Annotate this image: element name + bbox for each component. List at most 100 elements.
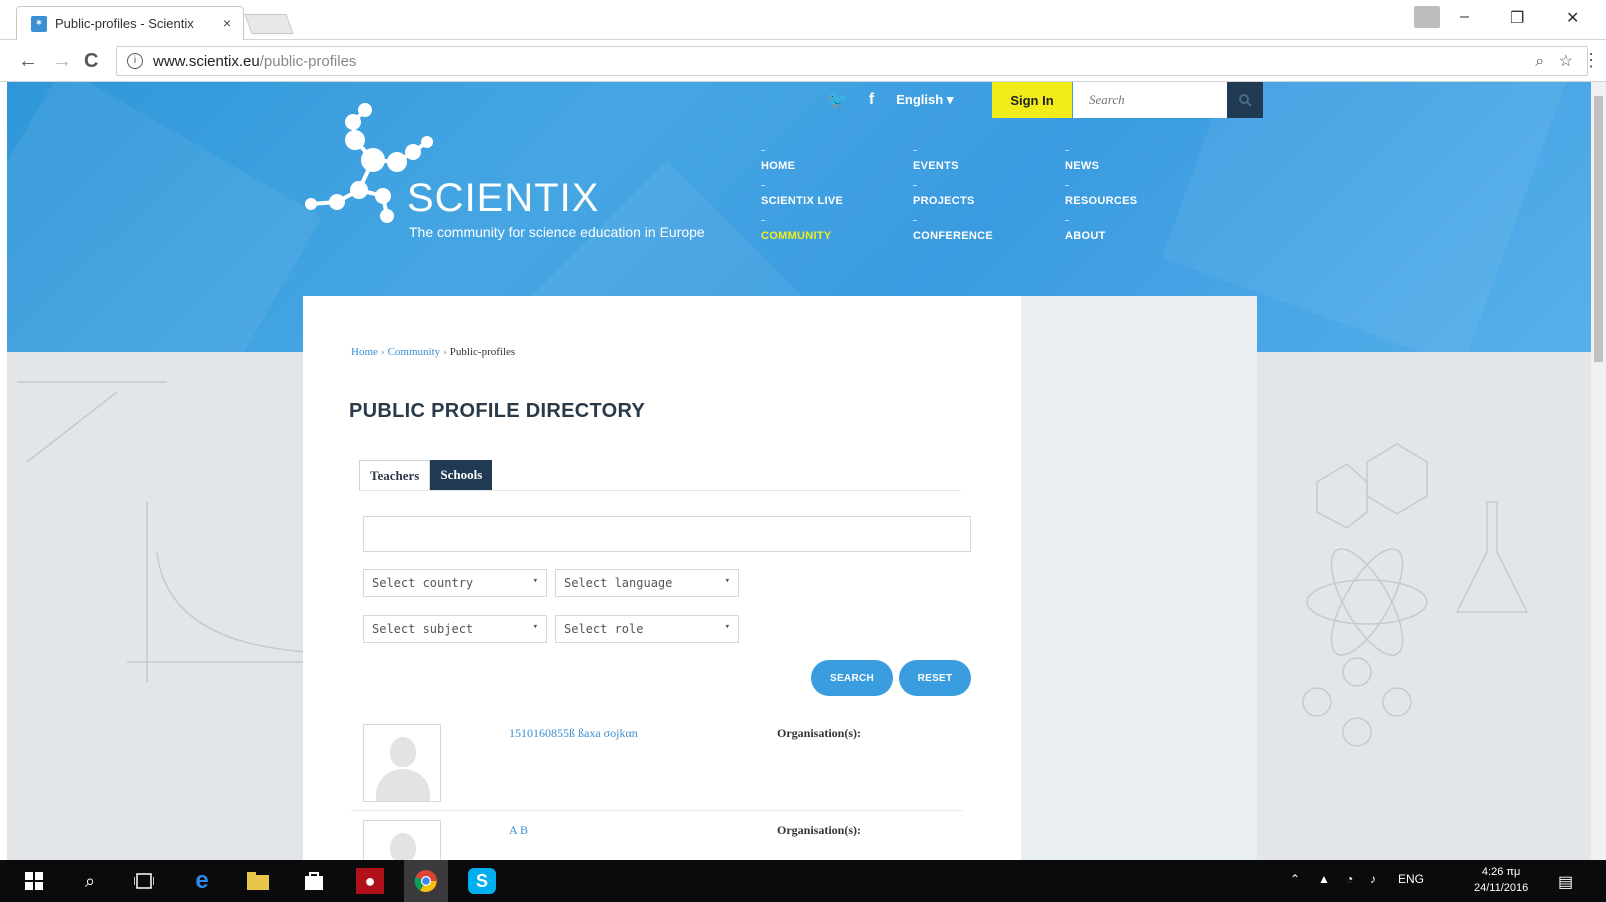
profile-name-link[interactable]: A B xyxy=(509,823,528,838)
network-icon[interactable]: ▲ xyxy=(1318,872,1330,886)
clock-time: 4:26 πμ xyxy=(1481,866,1521,878)
country-select-label: Select country xyxy=(372,576,474,590)
nav-events[interactable]: EVENTS xyxy=(913,150,959,172)
row-divider xyxy=(351,810,963,811)
wifi-icon[interactable]: ◔ xyxy=(1346,872,1353,886)
sign-in-button[interactable]: Sign In xyxy=(992,82,1072,118)
site-tagline: The community for science education in E… xyxy=(409,224,705,240)
nav-scientix-live[interactable]: SCIENTIX LIVE xyxy=(761,185,843,207)
avatar[interactable] xyxy=(363,820,441,860)
input-language[interactable]: ENG xyxy=(1398,872,1424,886)
tab-title: Public-profiles - Scientix xyxy=(55,16,194,31)
dropdown-arrow-icon: ▾ xyxy=(724,622,730,632)
breadcrumb-separator: › xyxy=(380,346,385,358)
site-logo-text[interactable]: SCIENTIX xyxy=(407,176,599,221)
right-sidebar xyxy=(1021,296,1257,860)
language-selector[interactable]: English ▾ xyxy=(896,92,953,108)
new-tab-button[interactable] xyxy=(244,14,294,34)
windows-taskbar: ⌕ e ● S ⌃ ▲ ◔ ♪ ENG 4:26 πμ 24/11/2016 ▤ xyxy=(0,860,1606,902)
nav-conference[interactable]: CONFERENCE xyxy=(913,220,993,242)
organisation-label: Organisation(s): xyxy=(777,823,861,837)
red-app-icon[interactable]: ● xyxy=(356,868,384,894)
url-path: /public-profiles xyxy=(259,52,357,70)
file-explorer-icon[interactable] xyxy=(244,868,272,894)
breadcrumb-separator: › xyxy=(443,346,447,358)
chemistry-background-right xyxy=(1257,352,1591,860)
forward-arrow-icon[interactable]: → xyxy=(52,50,72,73)
reset-button[interactable]: RESET xyxy=(899,660,971,696)
twitter-icon[interactable]: 🐦 xyxy=(827,90,847,110)
site-search-button[interactable] xyxy=(1227,82,1263,118)
dropdown-arrow-icon: ▾ xyxy=(532,622,538,632)
tab-close-icon[interactable]: × xyxy=(223,15,231,31)
organisation-label: Organisation(s): xyxy=(777,726,861,740)
nav-community[interactable]: COMMUNITY xyxy=(761,220,832,242)
country-select[interactable]: Select country ▾ xyxy=(363,569,547,597)
facebook-icon[interactable]: f xyxy=(869,91,874,109)
chrome-icon[interactable] xyxy=(404,860,448,902)
chevron-down-icon: ▾ xyxy=(946,92,954,107)
skype-icon[interactable]: S xyxy=(468,868,496,894)
user-profile-icon[interactable] xyxy=(1414,6,1440,28)
tab-teachers[interactable]: Teachers xyxy=(359,460,431,490)
nav-projects[interactable]: PROJECTS xyxy=(913,185,975,207)
subject-select-label: Select subject xyxy=(372,622,474,636)
scrollbar-thumb[interactable] xyxy=(1594,96,1603,362)
bookmark-star-icon[interactable]: ☆ xyxy=(1559,53,1573,70)
header-utility-bar: 🐦 f English ▾ xyxy=(827,82,967,118)
tab-schools[interactable]: Schools xyxy=(430,460,493,490)
task-view-icon[interactable] xyxy=(130,868,158,894)
back-arrow-icon[interactable]: ← xyxy=(18,50,38,73)
nav-resources[interactable]: RESOURCES xyxy=(1065,185,1137,207)
avatar[interactable] xyxy=(363,724,441,802)
volume-icon[interactable]: ♪ xyxy=(1370,872,1376,886)
nav-about[interactable]: ABOUT xyxy=(1065,220,1106,242)
dropdown-arrow-icon: ▾ xyxy=(724,576,730,586)
nav-news[interactable]: NEWS xyxy=(1065,150,1099,172)
system-clock[interactable]: 4:26 πμ 24/11/2016 xyxy=(1474,864,1528,896)
clock-date: 24/11/2016 xyxy=(1474,882,1529,894)
language-select[interactable]: Select language ▾ xyxy=(555,569,739,597)
search-button[interactable]: SEARCH xyxy=(811,660,893,696)
site-info-icon[interactable]: i xyxy=(127,53,143,69)
page-scrollbar[interactable] xyxy=(1591,82,1606,860)
page-viewport: SCIENTIX The community for science educa… xyxy=(7,82,1591,860)
reload-icon[interactable]: C xyxy=(84,50,98,73)
browser-tab[interactable]: ✶ Public-profiles - Scientix × xyxy=(16,6,244,40)
restore-icon[interactable]: ❐ xyxy=(1510,8,1524,28)
breadcrumb-current: Public-profiles xyxy=(449,346,516,358)
browser-toolbar: ← → C i www.scientix.eu/public-profiles … xyxy=(0,40,1606,82)
page-title: PUBLIC PROFILE DIRECTORY xyxy=(349,400,646,422)
edge-browser-icon[interactable]: e xyxy=(188,867,216,894)
subject-select[interactable]: Select subject ▾ xyxy=(363,615,547,643)
breadcrumb-home[interactable]: Home xyxy=(351,346,378,358)
nav-home[interactable]: HOME xyxy=(761,150,795,172)
role-select-label: Select role xyxy=(564,622,644,636)
language-label: English xyxy=(896,92,944,107)
address-bar[interactable]: i www.scientix.eu/public-profiles ⌕ ☆ xyxy=(116,46,1588,76)
profile-name-link[interactable]: 1510160855ß ßaxa σοjkαn xyxy=(509,726,638,741)
role-select[interactable]: Select role ▾ xyxy=(555,615,739,643)
notifications-icon[interactable]: ▤ xyxy=(1558,872,1573,892)
main-content-panel: Home › Community › Public-profiles PUBLIC PR… xyxy=(303,296,1021,860)
windows-start-icon[interactable] xyxy=(20,868,48,894)
scientix-favicon-icon: ✶ xyxy=(31,15,47,32)
omnibox-actions: ⌕ ☆ xyxy=(1535,51,1573,71)
language-select-label: Select language xyxy=(564,576,673,590)
directory-search-input[interactable] xyxy=(363,516,971,552)
browser-menu-icon[interactable]: ⋮ xyxy=(1582,50,1600,71)
browser-tab-strip: ✶ Public-profiles - Scientix × – ❐ ✕ xyxy=(0,0,1606,40)
site-search-input[interactable] xyxy=(1073,82,1227,118)
tray-expand-icon[interactable]: ⌃ xyxy=(1290,872,1300,886)
url-host: www.scientix.eu xyxy=(153,52,260,70)
window-close-icon[interactable]: ✕ xyxy=(1566,8,1579,28)
math-background-left xyxy=(7,352,308,860)
store-icon[interactable] xyxy=(300,868,328,894)
breadcrumb: Home › Community › Public-profiles xyxy=(351,346,515,358)
tab-divider xyxy=(359,490,961,491)
search-icon xyxy=(1239,94,1252,107)
search-icon[interactable]: ⌕ xyxy=(76,868,104,894)
minimize-icon[interactable]: – xyxy=(1460,8,1469,26)
breadcrumb-community[interactable]: Community xyxy=(388,346,441,358)
zoom-icon[interactable]: ⌕ xyxy=(1535,53,1544,70)
